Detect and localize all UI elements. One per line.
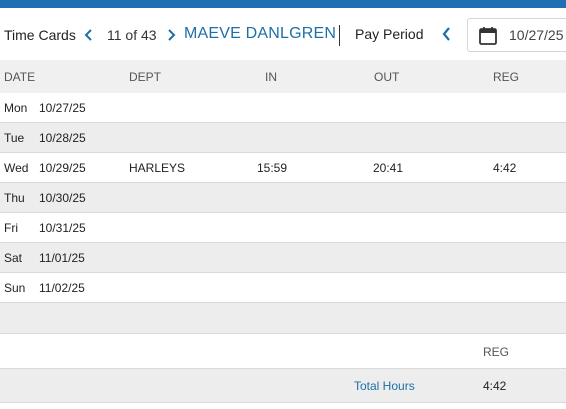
summary-total-row: Total Hours 4:42 (0, 369, 566, 403)
pay-period-label: Pay Period (355, 26, 424, 42)
page-title: Time Cards (4, 27, 76, 43)
table-row[interactable]: Mon 10/27/25 (0, 93, 566, 123)
total-hours-value: 4:42 (483, 379, 507, 393)
header-divider (339, 25, 340, 46)
col-header-reg: REG (493, 70, 520, 84)
table-row[interactable]: Sat 11/01/25 (0, 243, 566, 273)
row-out: 20:41 (373, 161, 404, 175)
total-hours-label[interactable]: Total Hours (354, 379, 415, 393)
employee-name-link[interactable]: MAEVE DANLGREN (184, 25, 336, 43)
table-row[interactable]: Thu 10/30/25 (0, 183, 566, 213)
row-date: 11/01/25 (39, 251, 85, 265)
row-day: Tue (4, 131, 25, 145)
row-date: 10/29/25 (39, 161, 86, 175)
record-position: 11 of 43 (107, 27, 157, 43)
timecard-header: Time Cards 11 of 43 MAEVE DANLGREN Pay P… (0, 8, 566, 60)
row-in: 15:59 (257, 161, 288, 175)
row-day: Mon (4, 101, 28, 115)
calendar-icon (479, 27, 497, 45)
col-header-out: OUT (374, 70, 400, 84)
top-accent-bar (0, 0, 566, 8)
row-date: 11/02/25 (39, 281, 85, 295)
table-header: DATE DEPT IN OUT REG (0, 60, 566, 93)
row-date: 10/30/25 (39, 191, 86, 205)
row-day: Wed (4, 161, 29, 175)
col-header-in: IN (265, 70, 277, 84)
row-date: 10/28/25 (39, 131, 86, 145)
row-day: Thu (4, 191, 25, 205)
blank-spacer-row (0, 303, 566, 334)
row-date: 10/27/25 (39, 101, 86, 115)
chevron-left-icon[interactable] (83, 28, 95, 42)
table-row[interactable]: Tue 10/28/25 (0, 123, 566, 153)
pay-period-date-picker[interactable]: 10/27/25 (467, 18, 566, 52)
table-row[interactable]: Sun 11/02/25 (0, 273, 566, 303)
row-day: Sun (4, 281, 26, 295)
table-row[interactable]: Wed 10/29/25 HARLEYS 15:59 20:41 4:42 (0, 153, 566, 183)
pay-period-prev-icon[interactable] (440, 26, 454, 42)
row-dept: HARLEYS (129, 161, 186, 175)
summary-header: REG (0, 334, 566, 369)
col-header-dept: DEPT (129, 70, 162, 84)
row-date: 10/31/25 (39, 221, 86, 235)
row-reg: 4:42 (493, 161, 517, 175)
table-row[interactable]: Fri 10/31/25 (0, 213, 566, 243)
col-header-date: DATE (4, 70, 36, 84)
row-day: Fri (4, 221, 18, 235)
chevron-right-icon[interactable] (166, 28, 178, 42)
row-day: Sat (4, 251, 23, 265)
pay-period-date: 10/27/25 (509, 27, 564, 43)
summary-reg-header: REG (483, 345, 510, 359)
